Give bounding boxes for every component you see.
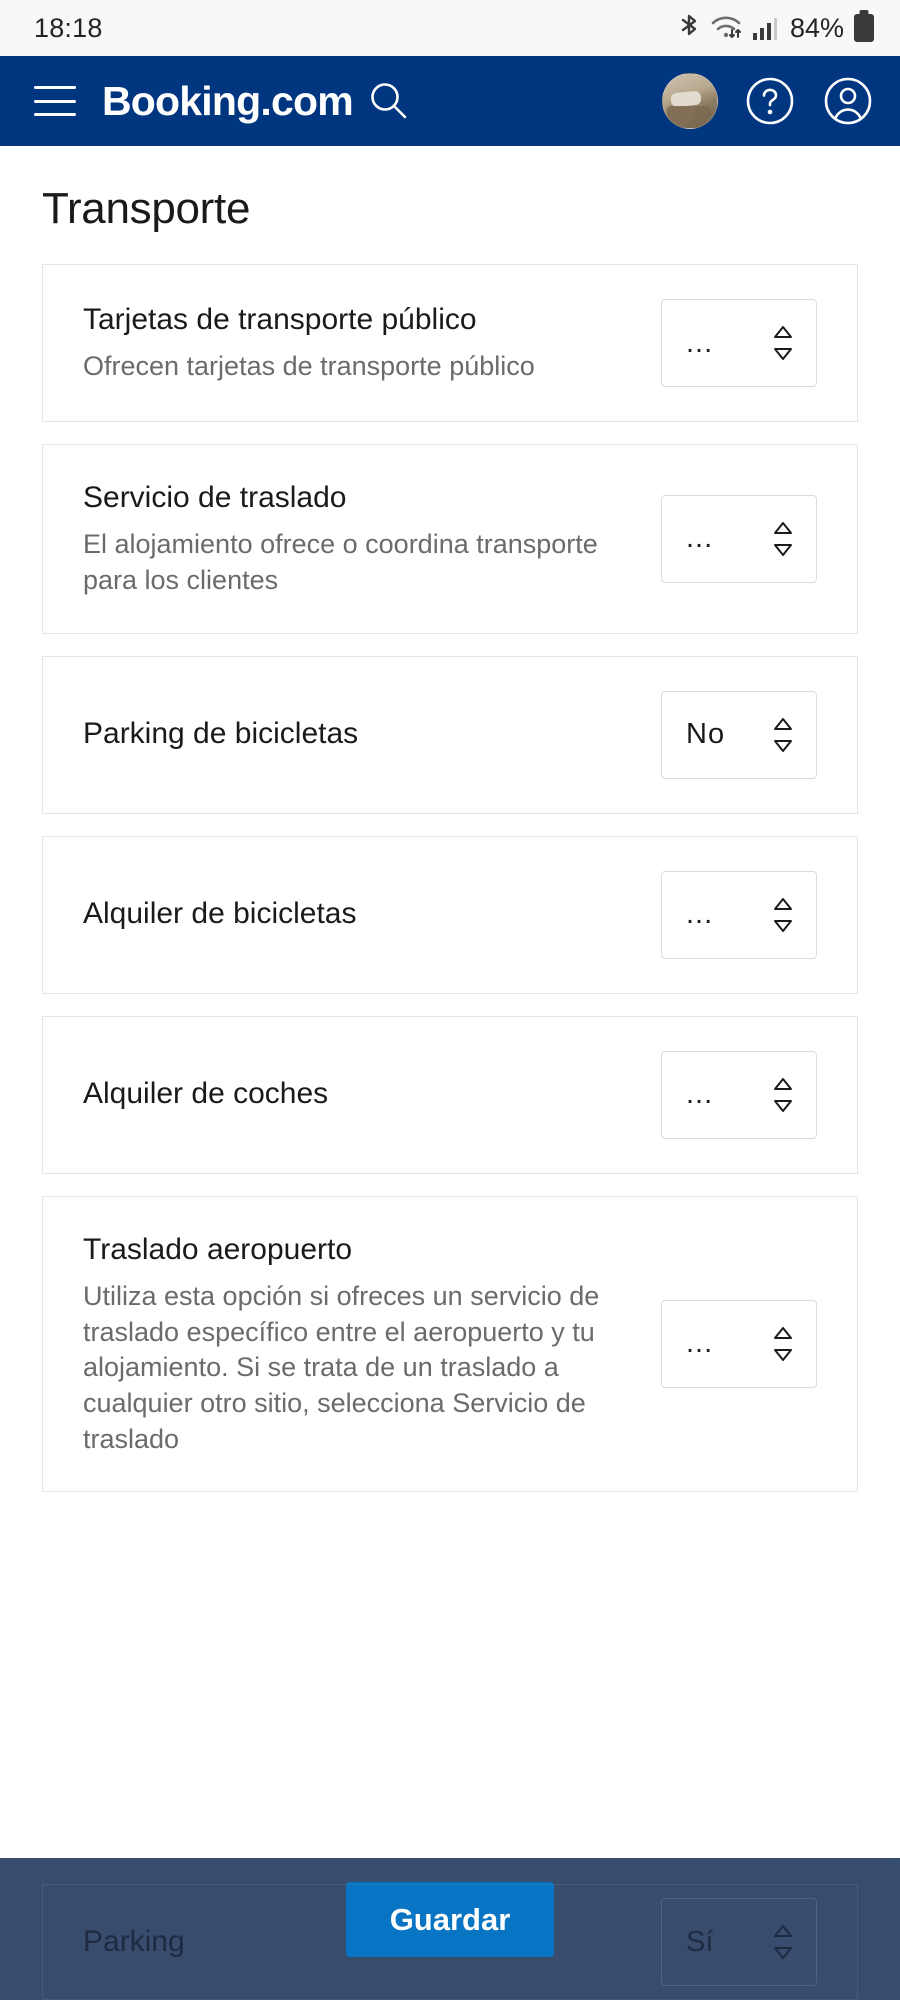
select-value: ... xyxy=(686,1078,714,1111)
chevron-updown-icon xyxy=(770,713,796,757)
option-select-airport-shuttle[interactable]: ... xyxy=(661,1299,817,1388)
transport-option-card: Parking de bicicletas No xyxy=(42,655,858,814)
battery-icon xyxy=(854,14,874,42)
chevron-updown-icon xyxy=(770,893,796,937)
card-description: Ofrecen tarjetas de transporte público xyxy=(83,351,535,382)
card-description: El alojamiento ofrece o coordina transpo… xyxy=(83,529,598,596)
card-title: Traslado aeropuerto xyxy=(83,1232,353,1266)
status-bar-clock: 18:18 xyxy=(34,12,103,43)
avatar[interactable] xyxy=(662,73,718,129)
mobile-screen: 18:18 84% Booking.com Transporte Tarjeta… xyxy=(0,0,900,2000)
transport-option-card: Traslado aeropuerto Utiliza esta opción … xyxy=(42,1195,858,1493)
transport-option-card: Alquiler de bicicletas ... xyxy=(42,835,858,994)
option-select-bicycle-rental[interactable]: ... xyxy=(661,870,817,959)
card-title: Parking de bicicletas xyxy=(83,717,359,751)
option-select-public-transport-cards[interactable]: ... xyxy=(661,299,817,387)
select-value: ... xyxy=(686,522,714,555)
app-header: Booking.com xyxy=(0,56,900,146)
card-text-block: Alquiler de bicicletas xyxy=(83,895,661,933)
select-value: ... xyxy=(686,898,714,931)
select-value: ... xyxy=(686,326,714,359)
help-circle-icon[interactable] xyxy=(744,75,796,127)
card-title: Alquiler de bicicletas xyxy=(83,897,357,931)
chevron-updown-icon xyxy=(770,321,796,365)
page-title: Transporte xyxy=(42,184,251,233)
hamburger-menu-icon[interactable] xyxy=(34,86,76,116)
select-value: Sí xyxy=(686,1925,714,1958)
select-value: ... xyxy=(686,1327,714,1360)
chevron-updown-icon xyxy=(770,1073,796,1117)
cellular-signal-icon xyxy=(752,13,778,43)
card-title: Alquiler de coches xyxy=(83,1077,329,1111)
transport-option-card: Tarjetas de transporte público Ofrecen t… xyxy=(42,264,858,422)
card-description: Utiliza esta opción si ofreces un servic… xyxy=(83,1281,600,1454)
status-bar: 18:18 84% xyxy=(0,0,900,56)
wifi-icon xyxy=(710,13,742,43)
status-bar-indicators: 84% xyxy=(678,13,874,44)
card-text-block: Tarjetas de transporte público Ofrecen t… xyxy=(83,301,661,385)
partial-parking-card: Parking Sí xyxy=(42,1884,858,2000)
app-header-actions xyxy=(662,73,874,129)
card-title: Parking xyxy=(83,1925,185,1958)
option-select-parking[interactable]: Sí xyxy=(661,1898,817,1986)
card-text-block: Parking de bicicletas xyxy=(83,715,661,753)
option-select-bicycle-parking[interactable]: No xyxy=(661,690,817,779)
battery-percent-label: 84% xyxy=(789,12,844,43)
card-text-block: Traslado aeropuerto Utiliza esta opción … xyxy=(83,1231,661,1458)
bluetooth-icon xyxy=(678,13,700,43)
user-account-icon[interactable] xyxy=(822,75,874,127)
card-text-block: Alquiler de coches xyxy=(83,1075,661,1113)
chevron-updown-icon xyxy=(770,517,796,561)
booking-logo[interactable]: Booking.com xyxy=(102,78,354,125)
option-select-car-rental[interactable]: ... xyxy=(661,1050,817,1139)
option-select-shuttle-service[interactable]: ... xyxy=(661,494,817,583)
card-text-block: Servicio de traslado El alojamiento ofre… xyxy=(83,479,661,599)
search-icon[interactable] xyxy=(367,79,411,123)
transport-option-card: Alquiler de coches ... xyxy=(42,1015,858,1174)
card-title: Tarjetas de transporte público xyxy=(83,302,477,336)
chevron-updown-icon xyxy=(770,1322,796,1366)
card-title: Servicio de traslado xyxy=(83,481,347,514)
select-value: No xyxy=(686,718,726,751)
page-content: Transporte Tarjetas de transporte públic… xyxy=(0,184,900,1493)
chevron-updown-icon xyxy=(770,1920,796,1964)
transport-option-card: Servicio de traslado El alojamiento ofre… xyxy=(42,444,858,634)
bottom-action-bar: Parking Sí Guardar xyxy=(0,1858,900,2000)
